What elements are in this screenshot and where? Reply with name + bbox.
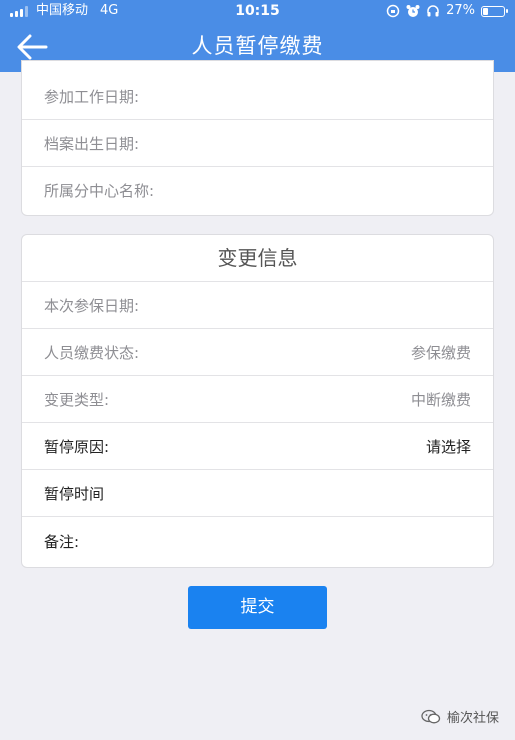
work-start-date-row[interactable]: 参加工作日期: bbox=[22, 73, 493, 120]
row-label: 暂停原因: bbox=[44, 437, 110, 456]
suspend-time-picker[interactable]: 暂停时间 bbox=[22, 470, 493, 517]
signal-icon bbox=[10, 5, 28, 17]
suspend-reason-select[interactable]: 暂停原因: 请选择 bbox=[22, 423, 493, 470]
change-type-row: 变更类型: 中断缴费 bbox=[22, 376, 493, 423]
row-label: 备注: bbox=[44, 533, 80, 551]
status-bar: 中国移动 4G 10:15 27% bbox=[0, 0, 515, 22]
submit-button[interactable]: 提交 bbox=[188, 586, 327, 629]
payment-status-row: 人员缴费状态: 参保缴费 bbox=[22, 329, 493, 376]
alarm-icon bbox=[406, 5, 420, 17]
row-value: 中断缴费 bbox=[410, 390, 471, 409]
network-type: 4G bbox=[100, 3, 119, 18]
personal-info-card: 参加工作日期: 档案出生日期: 所属分中心名称: bbox=[21, 60, 494, 216]
headphones-icon bbox=[427, 5, 439, 17]
battery-icon bbox=[481, 5, 508, 17]
watermark-text: 榆次社保 bbox=[446, 711, 499, 726]
row-value: 参保缴费 bbox=[410, 343, 471, 362]
rotation-lock-icon bbox=[386, 4, 400, 18]
row-label: 人员缴费状态: bbox=[44, 343, 140, 362]
select-placeholder[interactable]: 请选择 bbox=[426, 436, 471, 457]
row-label: 暂停时间 bbox=[44, 484, 105, 503]
row-label: 变更类型: bbox=[44, 390, 110, 409]
section-title: 变更信息 bbox=[22, 235, 493, 282]
sub-center-name-row[interactable]: 所属分中心名称: bbox=[22, 167, 493, 214]
row-label: 所属分中心名称: bbox=[44, 182, 155, 200]
battery-percent: 27% bbox=[446, 3, 475, 18]
birth-date-row[interactable]: 档案出生日期: bbox=[22, 120, 493, 167]
change-info-card: 变更信息 本次参保日期: 人员缴费状态: 参保缴费 变更类型: 中断缴费 暂停原… bbox=[21, 234, 494, 568]
row-label: 参加工作日期: bbox=[44, 87, 140, 106]
wechat-icon bbox=[421, 709, 441, 723]
insured-date-row[interactable]: 本次参保日期: bbox=[22, 282, 493, 329]
watermark: 榆次社保 bbox=[421, 707, 499, 726]
row-label: 档案出生日期: bbox=[44, 134, 140, 153]
remark-input[interactable]: 备注: bbox=[22, 517, 493, 566]
carrier-name: 中国移动 bbox=[36, 3, 89, 18]
row-label: 本次参保日期: bbox=[44, 296, 140, 315]
